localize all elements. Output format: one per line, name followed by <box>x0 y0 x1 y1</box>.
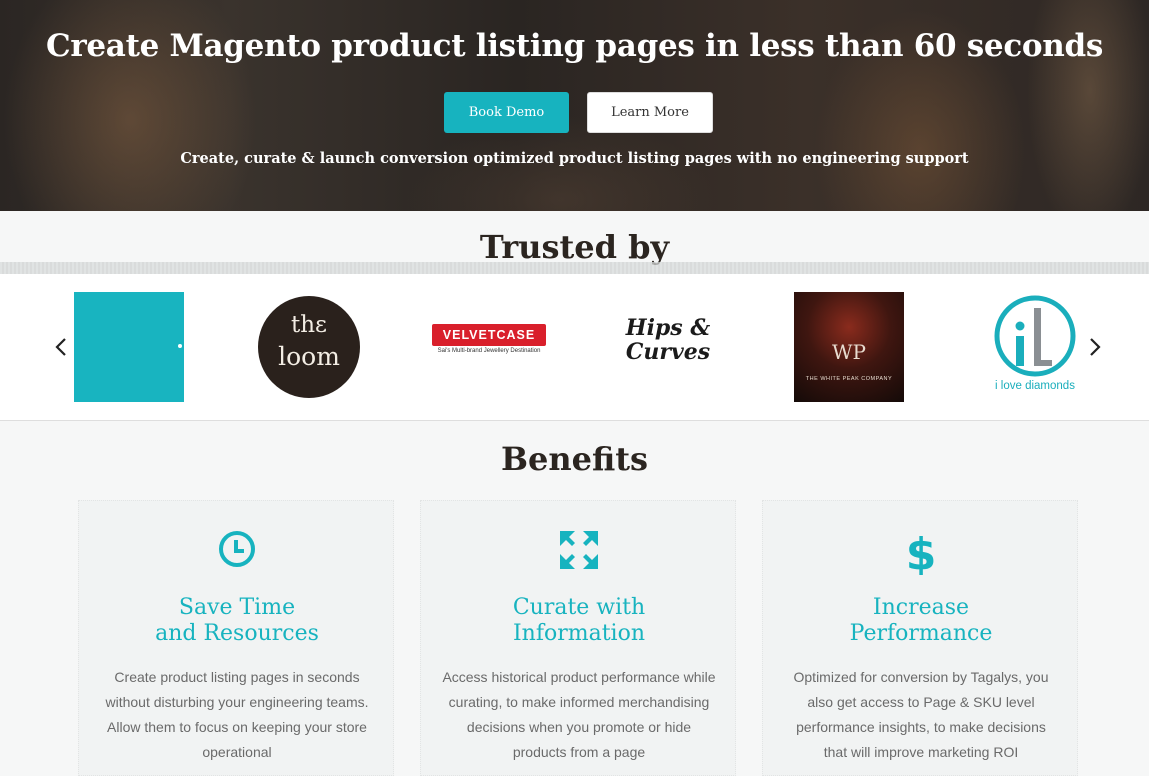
diamond-ring-icon <box>994 295 1076 377</box>
benefit-title: Curate with Information <box>512 595 646 646</box>
client-logo-velvetcase: VELVETCASE Sai's Multi-brand Jewellery D… <box>432 324 546 354</box>
carousel-prev-arrow-icon[interactable] <box>54 336 68 363</box>
benefit-card-save-time: Save Time and Resources Create product l… <box>78 500 394 776</box>
white-peak-mark: WP <box>831 340 866 364</box>
hips-logo-line1: Hips & <box>625 315 711 341</box>
hero-subtitle: Create, curate & launch conversion optim… <box>180 150 969 167</box>
dollar-icon: $ <box>763 529 1079 575</box>
benefit-description: Optimized for conversion by Tagalys, you… <box>793 669 1049 760</box>
velvetcase-tagline: Sai's Multi-brand Jewellery Destination <box>437 348 541 354</box>
book-demo-button[interactable]: Book Demo <box>444 92 569 133</box>
clock-icon <box>79 529 395 575</box>
hips-logo-line2: Curves <box>625 339 711 365</box>
expand-arrows-icon <box>421 529 737 575</box>
hero-title: Create Magento product listing pages in … <box>45 28 1104 64</box>
logo-carousel: thε loom VELVETCASE Sai's Multi-brand Je… <box>0 274 1149 421</box>
learn-more-button[interactable]: Learn More <box>587 92 713 133</box>
velvetcase-wordmark: VELVETCASE <box>432 324 546 346</box>
section-divider <box>0 262 1149 274</box>
benefit-card-curate: Curate with Information Access historica… <box>420 500 736 776</box>
client-logo-i-love-diamonds: i love diamonds <box>980 292 1090 402</box>
client-logo-white-peak: WP THE WHITE PEAK COMPANY <box>794 292 904 402</box>
loom-logo-text-top: thε <box>291 312 327 338</box>
benefit-description: Create product listing pages in seconds … <box>105 669 369 760</box>
benefit-card-performance: $ Increase Performance Optimized for con… <box>762 500 1078 776</box>
benefit-title: Increase Performance <box>849 595 993 646</box>
benefit-title: Save Time and Resources <box>155 595 319 646</box>
carousel-next-arrow-icon[interactable] <box>1088 336 1102 363</box>
client-logo-teal <box>74 292 184 402</box>
svg-text:$: $ <box>906 529 937 575</box>
loom-logo-text-bottom: loom <box>278 342 340 371</box>
trusted-by-heading: Trusted by <box>479 228 670 266</box>
client-logo-the-loom: thε loom <box>258 296 360 398</box>
hero-banner: Create Magento product listing pages in … <box>0 0 1149 211</box>
client-logo-hips-and-curves: Hips & Curves <box>618 316 718 364</box>
benefit-description: Access historical product performance wh… <box>442 669 716 760</box>
i-love-diamonds-wordmark: i love diamonds <box>995 380 1075 392</box>
white-peak-name: THE WHITE PEAK COMPANY <box>805 376 893 382</box>
benefits-heading: Benefits <box>500 440 649 478</box>
